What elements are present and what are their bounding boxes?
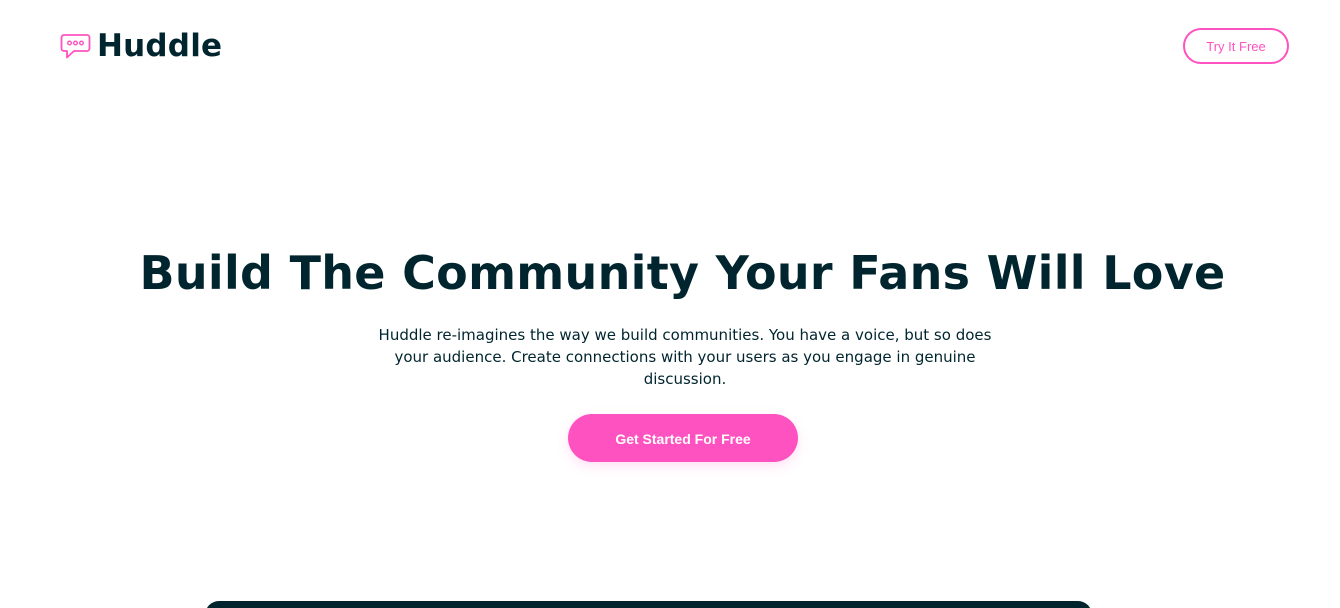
get-started-button[interactable]: Get Started For Free [568,414,798,462]
brand-logo-link[interactable]: Huddle [60,26,222,66]
try-it-free-button[interactable]: Try It Free [1183,28,1289,64]
app-mockup-image [205,601,1092,608]
hero-description: Huddle re-imagines the way we build comm… [378,326,992,388]
chat-bubble-icon [60,33,91,60]
site-header: Huddle Try It Free [0,0,1340,92]
brand-name: Huddle [97,28,223,64]
hero-title: Build The Community Your Fans Will Love [139,246,1226,300]
